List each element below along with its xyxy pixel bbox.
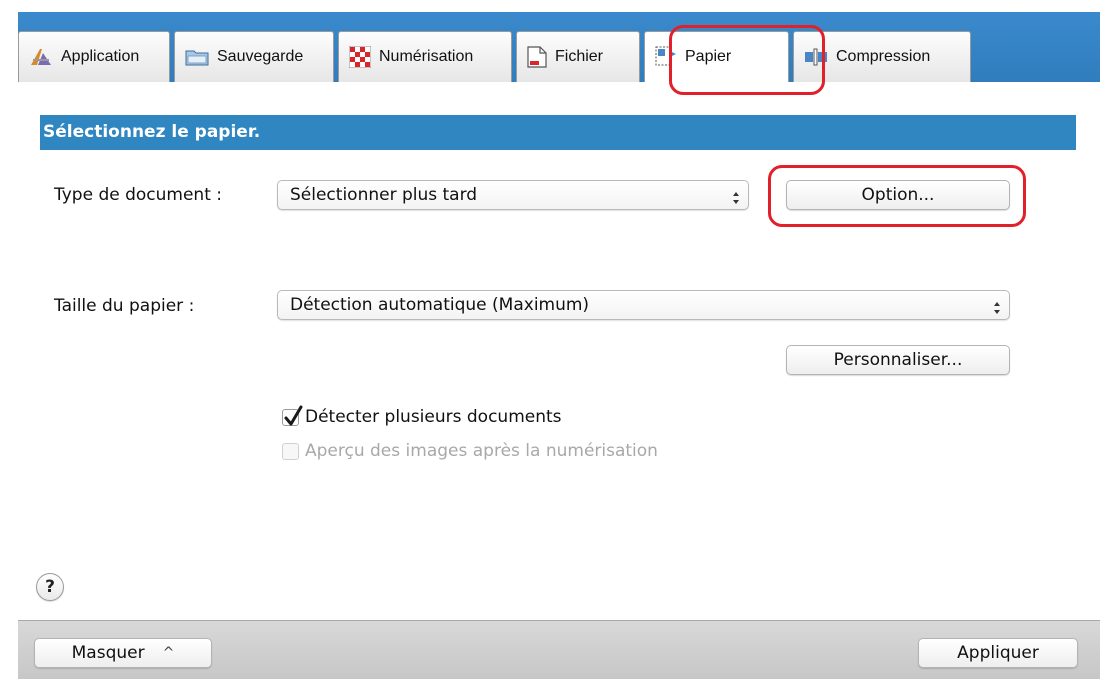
bottom-bar: Masquer ^ Appliquer xyxy=(18,620,1100,679)
select-arrows-icon xyxy=(993,297,1001,314)
hide-button-label: Masquer xyxy=(71,643,145,663)
select-arrows-icon xyxy=(732,187,740,204)
tab-compression[interactable]: Compression xyxy=(793,31,971,82)
option-button[interactable]: Option... xyxy=(786,180,1010,210)
checkmark-icon xyxy=(284,405,303,425)
paper-icon xyxy=(655,46,677,68)
section-title: Sélectionnez le papier. xyxy=(40,115,1076,150)
tab-label: Papier xyxy=(685,48,732,65)
paper-size-label: Taille du papier : xyxy=(54,296,195,316)
compression-icon xyxy=(804,47,828,67)
file-icon xyxy=(527,46,547,68)
detect-multifeed-label: Détecter plusieurs documents xyxy=(305,407,562,427)
preview-label: Aperçu des images après la numérisation xyxy=(305,441,658,461)
tab-numerisation[interactable]: Numérisation xyxy=(338,31,512,82)
tab-papier[interactable]: Papier xyxy=(644,31,789,82)
scan-settings-window: Application Sauvegarde Numérisation Fich… xyxy=(18,0,1100,679)
detect-multifeed-checkbox[interactable] xyxy=(282,405,303,426)
application-icon xyxy=(29,47,53,67)
tab-label: Fichier xyxy=(555,48,604,65)
apply-button[interactable]: Appliquer xyxy=(918,638,1078,668)
detect-multifeed-row[interactable]: Détecter plusieurs documents xyxy=(282,405,562,427)
document-type-label: Type de document : xyxy=(54,185,223,205)
preview-checkbox xyxy=(282,442,299,460)
scan-checker-icon xyxy=(349,46,371,68)
customize-button[interactable]: Personnaliser... xyxy=(786,345,1010,375)
paper-size-value: Détection automatique (Maximum) xyxy=(290,295,590,315)
paper-size-select[interactable]: Détection automatique (Maximum) xyxy=(277,290,1010,320)
help-button[interactable]: ? xyxy=(36,573,64,601)
hide-button[interactable]: Masquer ^ xyxy=(34,638,212,668)
tab-label: Numérisation xyxy=(379,48,474,65)
document-type-value: Sélectionner plus tard xyxy=(290,185,478,205)
tab-fichier[interactable]: Fichier xyxy=(516,31,640,82)
folder-icon xyxy=(185,48,209,66)
tab-application[interactable]: Application xyxy=(18,31,170,82)
tab-sauvegarde[interactable]: Sauvegarde xyxy=(174,31,334,82)
tab-label: Sauvegarde xyxy=(217,48,304,65)
tab-label: Application xyxy=(61,48,140,65)
chevron-up-icon: ^ xyxy=(162,645,175,661)
tab-bar: Application Sauvegarde Numérisation Fich… xyxy=(18,0,1100,82)
preview-row: Aperçu des images après la numérisation xyxy=(282,441,658,461)
document-type-select[interactable]: Sélectionner plus tard xyxy=(277,180,749,210)
tab-list: Application Sauvegarde Numérisation Fich… xyxy=(18,31,975,82)
tab-label: Compression xyxy=(836,48,931,65)
